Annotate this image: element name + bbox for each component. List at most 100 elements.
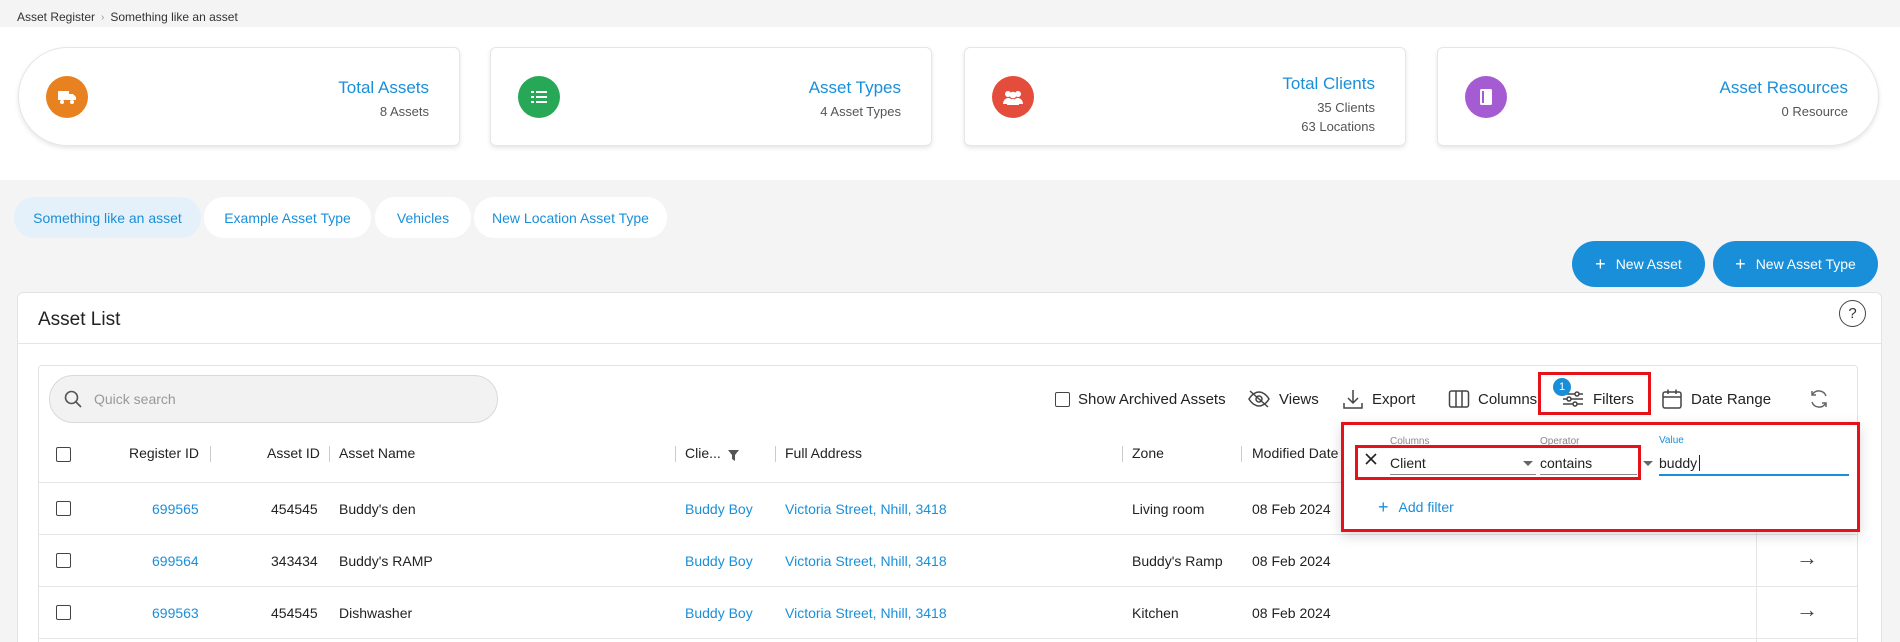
header-client[interactable]: Clie... bbox=[685, 445, 721, 461]
asset-id: 454545 bbox=[271, 605, 318, 621]
modified-date: 08 Feb 2024 bbox=[1252, 553, 1331, 569]
filter-value-underline bbox=[1659, 474, 1849, 476]
search-input[interactable] bbox=[94, 391, 454, 407]
eye-off-icon bbox=[1248, 390, 1270, 408]
column-filter-icon[interactable] bbox=[727, 449, 740, 465]
show-archived-checkbox[interactable] bbox=[1055, 391, 1070, 407]
stat-card-total-clients[interactable]: Total Clients 35 Clients 63 Locations bbox=[964, 47, 1406, 146]
stat-card-total-assets[interactable]: Total Assets 8 Assets bbox=[18, 47, 460, 146]
column-separator[interactable] bbox=[329, 446, 330, 462]
stat-title: Total Assets bbox=[338, 78, 429, 97]
row-checkbox[interactable] bbox=[56, 605, 71, 620]
help-icon[interactable]: ? bbox=[1839, 300, 1866, 327]
filter-operator-select[interactable]: contains bbox=[1540, 455, 1592, 471]
export-button[interactable]: Export bbox=[1342, 386, 1415, 412]
stat-title: Asset Resources bbox=[1719, 78, 1849, 97]
filters-button[interactable]: Filters bbox=[1561, 386, 1634, 412]
asset-name: Buddy's den bbox=[339, 501, 416, 517]
address-link[interactable]: Victoria Street, Nhill, 3418 bbox=[785, 553, 947, 569]
download-icon bbox=[1343, 390, 1363, 409]
row-checkbox[interactable] bbox=[56, 501, 71, 516]
stat-card-asset-types[interactable]: Asset Types 4 Asset Types bbox=[490, 47, 932, 146]
tab-vehicles[interactable]: Vehicles bbox=[375, 197, 471, 238]
filters-count-badge: 1 bbox=[1553, 378, 1571, 396]
stat-sub: 35 Clients bbox=[1317, 100, 1375, 115]
show-archived-toggle[interactable]: Show Archived Assets bbox=[1055, 386, 1226, 412]
open-row-arrow-icon[interactable]: → bbox=[1796, 597, 1818, 623]
stat-sub: 0 Resource bbox=[1781, 104, 1848, 119]
views-label: Views bbox=[1279, 390, 1319, 408]
asset-name: Buddy's RAMP bbox=[339, 553, 433, 569]
date-range-button[interactable]: Date Range bbox=[1661, 386, 1771, 412]
views-button[interactable]: Views bbox=[1247, 386, 1319, 412]
select-all-checkbox[interactable] bbox=[56, 447, 71, 462]
address-link[interactable]: Victoria Street, Nhill, 3418 bbox=[785, 501, 947, 517]
row-divider bbox=[39, 534, 1857, 535]
header-full-address[interactable]: Full Address bbox=[785, 445, 862, 461]
column-separator[interactable] bbox=[1241, 446, 1242, 462]
stat-title: Total Clients bbox=[1282, 74, 1375, 93]
new-asset-button[interactable]: + New Asset bbox=[1572, 241, 1705, 287]
columns-icon bbox=[1448, 390, 1470, 408]
stat-sub: 8 Assets bbox=[379, 104, 429, 119]
breadcrumb-asset-register[interactable]: Asset Register bbox=[17, 10, 95, 24]
add-filter-button[interactable]: + Add filter bbox=[1378, 498, 1454, 516]
new-asset-type-label: New Asset Type bbox=[1755, 256, 1856, 272]
new-asset-label: New Asset bbox=[1615, 256, 1682, 272]
text-caret bbox=[1699, 455, 1700, 471]
plus-icon: + bbox=[1378, 497, 1389, 517]
columns-label: Columns bbox=[1478, 390, 1538, 408]
register-id-link[interactable]: 699563 bbox=[152, 605, 199, 621]
header-zone[interactable]: Zone bbox=[1132, 445, 1164, 461]
stat-sub: 4 Asset Types bbox=[820, 104, 901, 119]
chevron-down-icon bbox=[1643, 461, 1653, 466]
header-register-id[interactable]: Register ID bbox=[129, 445, 199, 461]
client-link[interactable]: Buddy Boy bbox=[685, 553, 753, 569]
show-archived-label: Show Archived Assets bbox=[1078, 390, 1226, 408]
filter-operator-underline bbox=[1540, 474, 1637, 475]
tab-something-like-an-asset[interactable]: Something like an asset bbox=[14, 197, 201, 238]
row-divider bbox=[39, 586, 1857, 587]
column-separator[interactable] bbox=[675, 446, 676, 462]
columns-button[interactable]: Columns bbox=[1448, 386, 1537, 412]
register-id-link[interactable]: 699565 bbox=[152, 501, 199, 517]
client-link[interactable]: Buddy Boy bbox=[685, 605, 753, 621]
panel-title: Asset List bbox=[38, 309, 121, 330]
breadcrumb-separator: › bbox=[101, 11, 105, 23]
export-label: Export bbox=[1372, 390, 1416, 408]
column-separator[interactable] bbox=[775, 446, 776, 462]
truck-icon bbox=[46, 76, 88, 118]
refresh-icon[interactable] bbox=[1808, 388, 1830, 413]
filter-value-input[interactable]: buddy bbox=[1659, 455, 1697, 471]
address-link[interactable]: Victoria Street, Nhill, 3418 bbox=[785, 605, 947, 621]
stat-card-asset-resources[interactable]: Asset Resources 0 Resource bbox=[1437, 47, 1879, 146]
asset-name: Dishwasher bbox=[339, 605, 413, 621]
asset-id: 343434 bbox=[271, 553, 318, 569]
column-separator[interactable] bbox=[210, 446, 211, 462]
new-asset-type-button[interactable]: + New Asset Type bbox=[1713, 241, 1878, 287]
asset-id: 454545 bbox=[271, 501, 318, 517]
tab-new-location-asset-type[interactable]: New Location Asset Type bbox=[474, 197, 667, 238]
users-icon bbox=[992, 76, 1034, 118]
column-separator[interactable] bbox=[1122, 446, 1123, 462]
header-asset-name[interactable]: Asset Name bbox=[339, 445, 415, 461]
zone: Kitchen bbox=[1132, 605, 1179, 621]
plus-icon: + bbox=[1735, 254, 1746, 274]
filter-column-select[interactable]: Client bbox=[1390, 455, 1426, 471]
header-asset-id[interactable]: Asset ID bbox=[267, 445, 320, 461]
register-id-link[interactable]: 699564 bbox=[152, 553, 199, 569]
header-modified-date[interactable]: Modified Date bbox=[1252, 445, 1338, 461]
tab-example-asset-type[interactable]: Example Asset Type bbox=[204, 197, 371, 238]
row-divider bbox=[39, 638, 1857, 639]
filters-label: Filters bbox=[1593, 390, 1634, 408]
remove-filter-close-icon[interactable] bbox=[1364, 452, 1378, 469]
zone: Buddy's Ramp bbox=[1132, 553, 1223, 569]
row-checkbox[interactable] bbox=[56, 553, 71, 568]
quick-search bbox=[49, 375, 498, 423]
open-row-arrow-icon[interactable]: → bbox=[1796, 545, 1818, 571]
book-icon bbox=[1465, 76, 1507, 118]
filter-value-label: Value bbox=[1659, 435, 1684, 446]
client-link[interactable]: Buddy Boy bbox=[685, 501, 753, 517]
breadcrumb-current: Something like an asset bbox=[110, 10, 238, 24]
modified-date: 08 Feb 2024 bbox=[1252, 501, 1331, 517]
